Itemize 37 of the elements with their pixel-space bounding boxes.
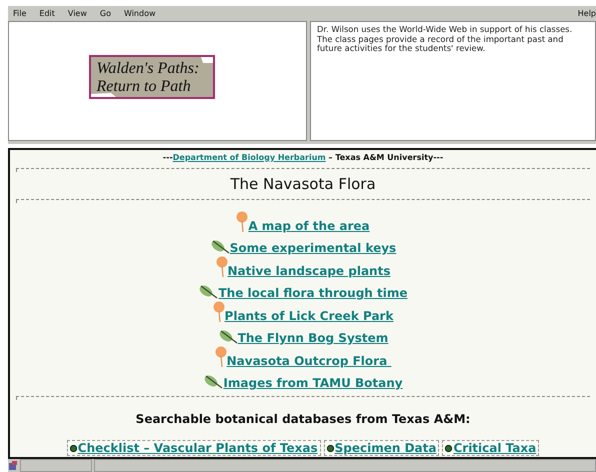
flower-icon <box>216 256 228 278</box>
page-link[interactable]: The Flynn Bog System <box>238 331 388 345</box>
leaf-icon <box>210 239 230 255</box>
page-link[interactable]: Some experimental keys <box>230 241 396 255</box>
flower-icon <box>236 210 248 232</box>
header-text: --- <box>162 153 173 162</box>
page-link[interactable]: Native landscape plants <box>228 264 390 278</box>
page-title: The Navasota Flora <box>230 175 376 193</box>
database-link[interactable]: Checklist – Vascular Plants of Texas <box>78 441 318 455</box>
bullet-icon <box>326 444 334 452</box>
bullet-icon <box>445 444 452 452</box>
menu-item[interactable]: Window <box>124 9 156 18</box>
flower-icon <box>212 300 225 322</box>
leaf-icon <box>198 284 218 300</box>
leaf-icon <box>218 329 238 345</box>
logo: Walden's Paths: Return to Path <box>88 55 214 99</box>
database-link[interactable]: Critical Taxa <box>453 441 536 455</box>
menu-item[interactable]: Edit <box>39 9 55 18</box>
header-text: – Texas A&M University--- <box>328 153 444 162</box>
page-link[interactable]: Plants of Lick Creek Park <box>224 308 394 322</box>
header-link[interactable]: Department of Biology Herbarium <box>172 153 326 162</box>
bullet-icon <box>70 444 77 452</box>
page-link[interactable]: Navasota Outcrop Flora <box>226 354 392 368</box>
flower-icon <box>214 346 227 368</box>
leaf-icon <box>203 374 224 390</box>
menu-item[interactable]: File <box>13 9 26 18</box>
annotation-text: Dr. Wilson uses the World-Wide Web in support of his classes. The class pages provide a record of the important past and future activities for the students' review. <box>317 24 572 53</box>
section-heading: Searchable botanical databases from Texas A&M: <box>136 412 470 426</box>
page-link[interactable]: A map of the area <box>248 218 370 232</box>
menu-item[interactable]: View <box>68 9 87 18</box>
status-pane <box>20 459 92 472</box>
menu-item[interactable]: Help <box>578 9 596 18</box>
menu-item[interactable]: Go <box>100 9 111 18</box>
page-link[interactable]: The local flora through time <box>218 286 408 300</box>
page-link[interactable]: Images from TAMU Botany <box>223 376 403 390</box>
status-icon <box>8 460 18 470</box>
database-link[interactable]: Specimen Data <box>334 441 436 455</box>
